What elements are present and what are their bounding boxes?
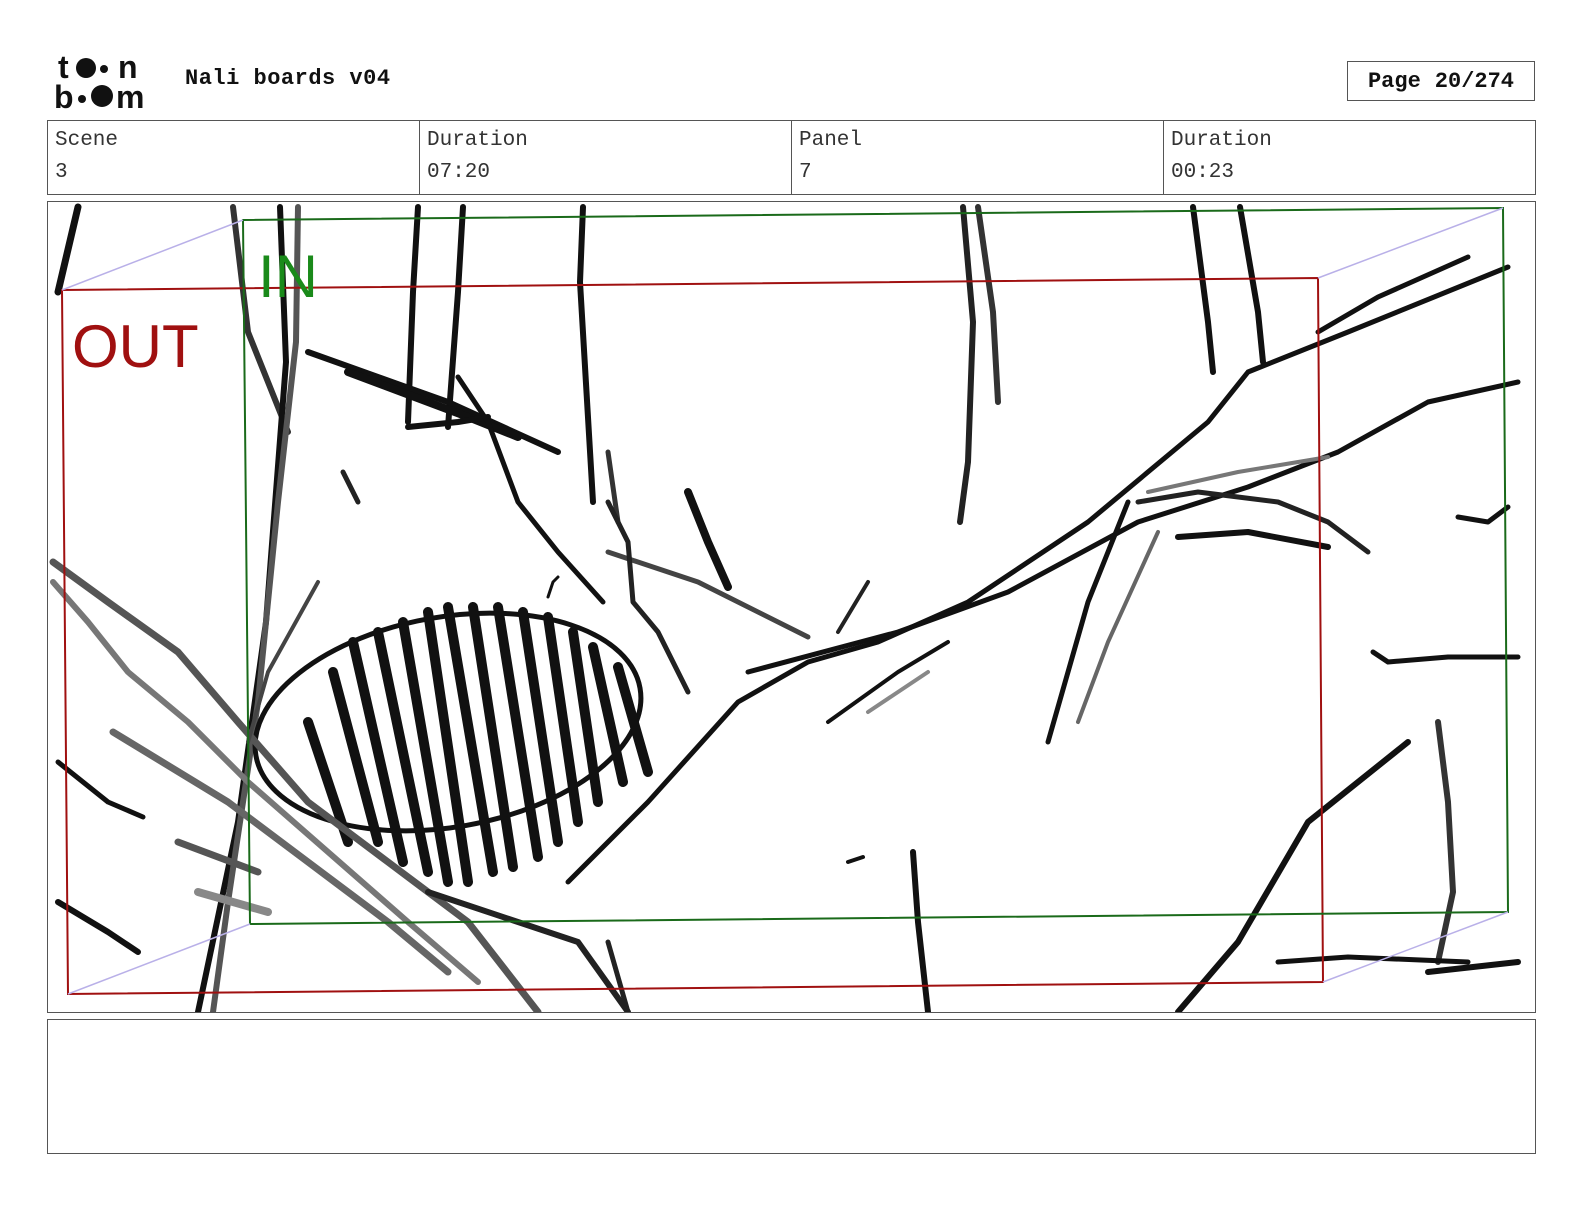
scene-cell: Scene 3 bbox=[48, 121, 420, 194]
toon-boom-logo: t n b m bbox=[54, 50, 144, 112]
in-frame-label: IN bbox=[258, 243, 318, 310]
storyboard-panel: IN OUT bbox=[47, 201, 1536, 1013]
page-indicator: Page 20/274 bbox=[1347, 61, 1535, 101]
panel-duration-value: 00:23 bbox=[1171, 161, 1235, 184]
panel-duration-cell: Duration 00:23 bbox=[1164, 121, 1535, 194]
scene-label: Scene bbox=[55, 129, 119, 152]
page-label: Page bbox=[1367, 68, 1421, 94]
scene-duration-label: Duration bbox=[427, 129, 528, 152]
panel-duration-label: Duration bbox=[1171, 129, 1272, 152]
panel-cell: Panel 7 bbox=[792, 121, 1164, 194]
panel-notes-box[interactable] bbox=[47, 1019, 1536, 1154]
page-value: 20/274 bbox=[1434, 68, 1515, 94]
svg-text:m: m bbox=[116, 79, 144, 112]
scene-duration-value: 07:20 bbox=[427, 161, 491, 184]
sketch-drawing: IN OUT bbox=[49, 203, 1521, 1012]
panel-label: Panel bbox=[799, 129, 863, 152]
out-frame-label: OUT bbox=[72, 313, 199, 380]
scene-duration-cell: Duration 07:20 bbox=[420, 121, 792, 194]
scene-info-table: Scene 3 Duration 07:20 Panel 7 Duration … bbox=[47, 120, 1536, 195]
panel-value: 7 bbox=[799, 161, 812, 184]
svg-text:b: b bbox=[54, 79, 74, 112]
document-title: Nali boards v04 bbox=[185, 66, 391, 91]
scene-value: 3 bbox=[55, 161, 68, 184]
